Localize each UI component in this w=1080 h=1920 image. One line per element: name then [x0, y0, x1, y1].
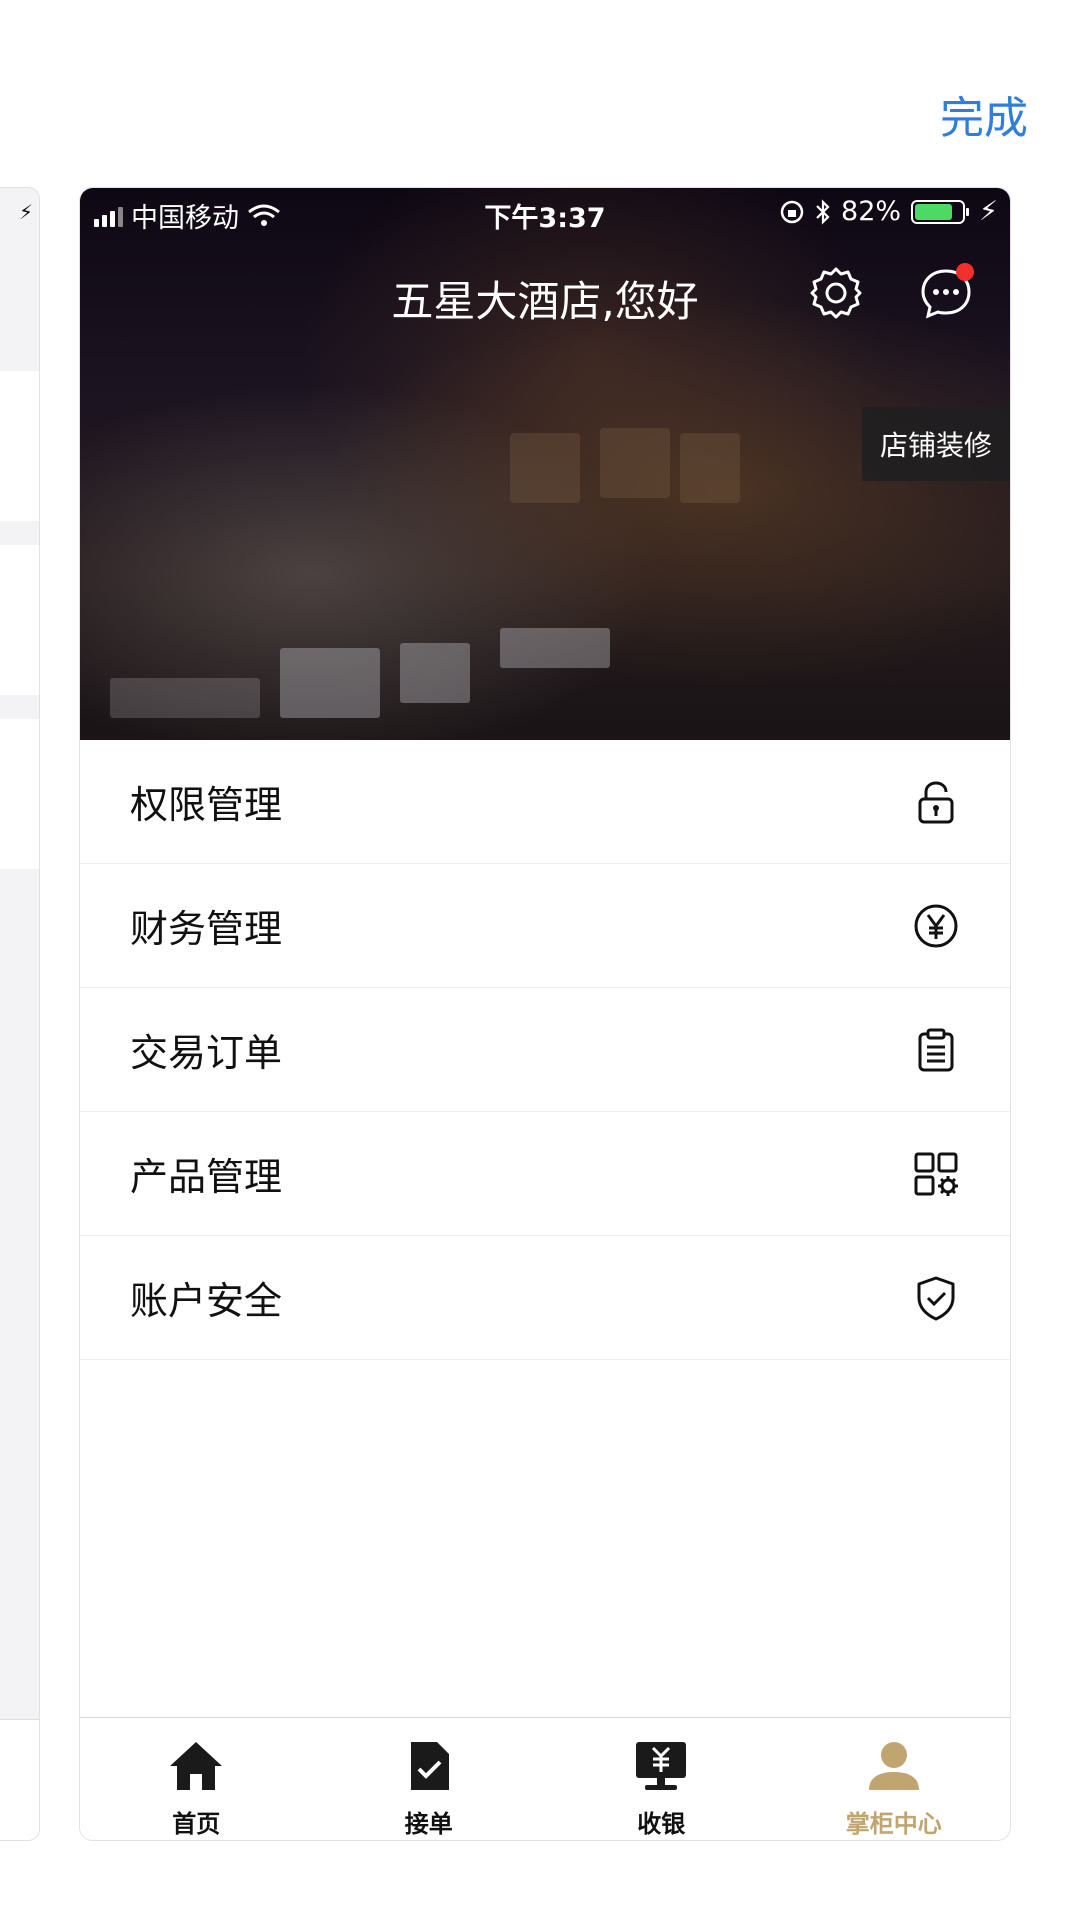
menu-item-label: 交易订单	[130, 1031, 283, 1075]
status-bar: 中国移动 下午3:37 82% ⚡	[80, 188, 1010, 240]
done-button[interactable]: 完成	[940, 82, 1028, 146]
yuan-icon	[914, 904, 958, 947]
cashier-icon	[636, 1742, 687, 1790]
greeting-title: 五星大酒店,您好	[391, 277, 699, 326]
menu-item-label: 权限管理	[130, 783, 283, 827]
rotation-lock-icon	[780, 200, 804, 223]
order-doc-icon	[410, 1742, 449, 1790]
battery-percent: 82%	[841, 196, 902, 227]
menu-item-orders[interactable]: 交易订单	[80, 988, 1010, 1112]
grid-settings-icon	[914, 1152, 958, 1196]
lock-icon	[918, 780, 954, 823]
menu-item-label: 账户安全	[130, 1279, 283, 1323]
gear-icon[interactable]	[806, 263, 866, 323]
tab-orders[interactable]: 接单	[313, 1718, 546, 1840]
bluetooth-icon	[816, 198, 830, 225]
home-icon	[170, 1742, 223, 1790]
menu-item-account-security[interactable]: 账户安全	[80, 1236, 1010, 1360]
menu-item-label: 财务管理	[130, 907, 283, 951]
tab-bar: 首页 接单 收银 掌柜中心	[80, 1717, 1010, 1840]
tab-manager-center[interactable]: 掌柜中心	[778, 1718, 1011, 1840]
menu-item-finance[interactable]: 财务管理	[80, 864, 1010, 988]
message-button[interactable]	[916, 263, 976, 323]
charging-icon: ⚡	[979, 196, 998, 227]
phone-screen: 中国移动 下午3:37 82% ⚡ 五星大酒店,您好 店铺装修 权限管理 财务管…	[79, 187, 1011, 1841]
tab-home[interactable]: 首页	[80, 1718, 313, 1840]
menu-item-products[interactable]: 产品管理	[80, 1112, 1010, 1236]
tab-label: 收银	[637, 1810, 686, 1838]
charging-icon: ⚡	[18, 200, 33, 224]
battery-icon	[911, 199, 970, 224]
menu-item-permissions[interactable]: 权限管理	[80, 740, 1010, 864]
tab-label: 接单	[404, 1810, 453, 1838]
clipboard-icon	[918, 1028, 954, 1071]
menu-item-label: 产品管理	[130, 1155, 283, 1199]
tab-label: 掌柜中心	[845, 1810, 942, 1838]
menu-list: 权限管理 财务管理 交易订单 产品管理 账户安全	[80, 740, 1010, 1360]
store-banner: 中国移动 下午3:37 82% ⚡ 五星大酒店,您好 店铺装修	[80, 188, 1010, 740]
person-icon	[868, 1742, 919, 1790]
notification-dot	[956, 263, 974, 281]
tab-cashier[interactable]: 收银	[545, 1718, 778, 1840]
store-decoration-button[interactable]: 店铺装修	[862, 407, 1010, 481]
previous-page-preview[interactable]: ⚡ › › ›	[0, 187, 40, 1841]
shield-check-icon	[917, 1276, 955, 1320]
tab-label: 首页	[172, 1810, 221, 1838]
